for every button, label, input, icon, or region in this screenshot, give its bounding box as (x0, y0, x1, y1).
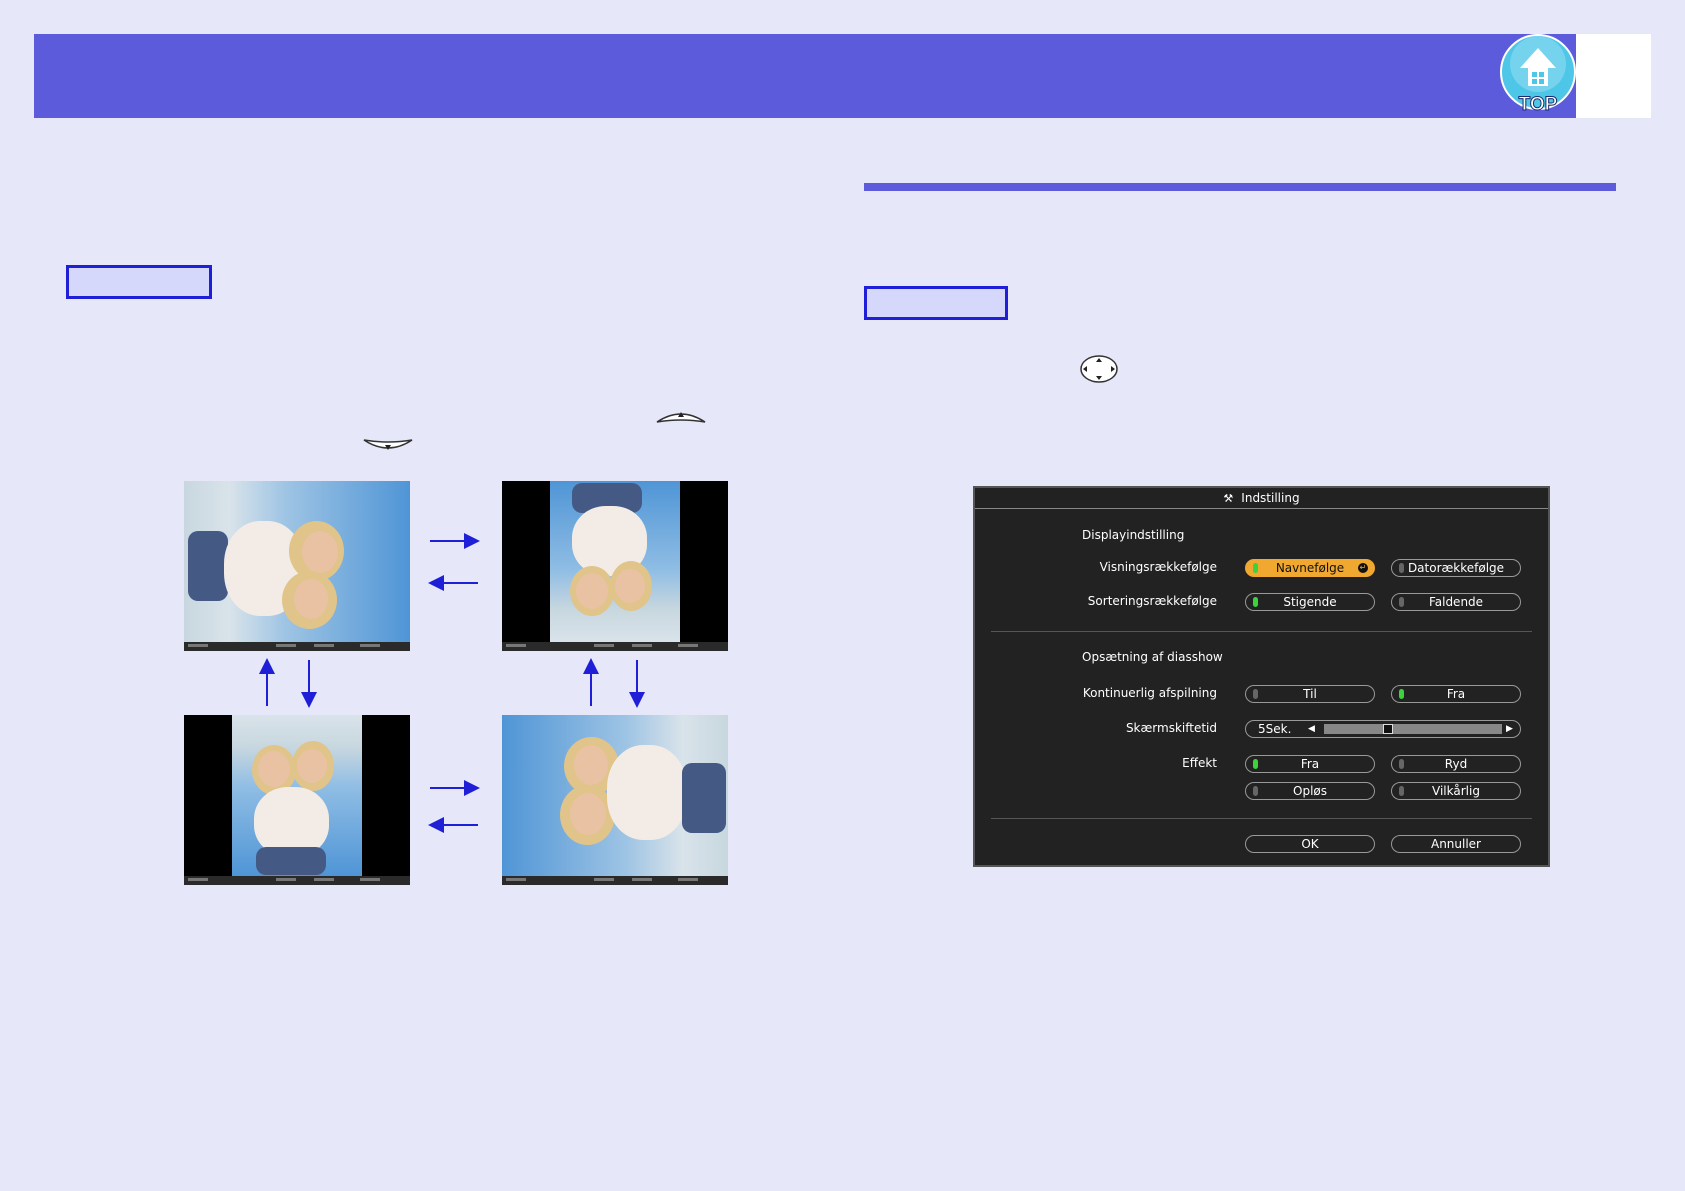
option-continuous-off[interactable]: Fra (1391, 685, 1521, 703)
settings-dialog: ⚒ Indstilling Displayindstilling Visnings… (973, 486, 1550, 867)
section-slideshow-heading: Opsætning af diasshow (1082, 650, 1223, 664)
slider-right-arrow-icon[interactable]: ▶ (1506, 721, 1513, 737)
option-name-order[interactable]: Navnefølge ↵ (1245, 559, 1375, 577)
section-display-heading: Displayindstilling (1082, 528, 1185, 542)
top-button[interactable]: TOP (1498, 34, 1578, 118)
option-effect-random[interactable]: Vilkårlig (1391, 782, 1521, 800)
header-page-corner (1576, 34, 1651, 118)
continuous-play-label: Kontinuerlig afspilning (1082, 686, 1217, 700)
option-ascending[interactable]: Stigende (1245, 593, 1375, 611)
rotation-arrows (259, 533, 645, 833)
option-effect-off[interactable]: Fra (1245, 755, 1375, 773)
dialog-separator-2 (991, 818, 1532, 819)
section-rule (864, 183, 1616, 191)
option-effect-wipe[interactable]: Ryd (1391, 755, 1521, 773)
dialog-title-bar: ⚒ Indstilling (975, 488, 1548, 509)
effect-label: Effekt (1182, 756, 1217, 770)
enter-icon: ↵ (1358, 563, 1368, 573)
option-effect-dissolve[interactable]: Opløs (1245, 782, 1375, 800)
wrench-icon: ⚒ (1223, 492, 1234, 505)
remote-direction-pad-icon (1080, 355, 1118, 383)
screen-time-slider[interactable]: 5Sek. ◀ ▶ (1245, 720, 1521, 738)
option-continuous-on[interactable]: Til (1245, 685, 1375, 703)
screen-time-value: 5Sek. (1258, 722, 1292, 736)
display-order-label: Visningsrækkefølge (1099, 560, 1217, 574)
slider-thumb[interactable] (1382, 724, 1393, 734)
option-descending[interactable]: Faldende (1391, 593, 1521, 611)
cancel-button[interactable]: Annuller (1391, 835, 1521, 853)
ok-button[interactable]: OK (1245, 835, 1375, 853)
slider-left-arrow-icon[interactable]: ◀ (1308, 721, 1315, 737)
dialog-title: Indstilling (1241, 491, 1300, 505)
screen-time-label: Skærmskiftetid (1125, 721, 1217, 735)
top-label: TOP (1518, 94, 1558, 116)
dialog-separator-1 (991, 631, 1532, 632)
option-date-order[interactable]: Datorækkefølge (1391, 559, 1521, 577)
sort-order-label: Sorteringsrækkefølge (1087, 594, 1217, 608)
procedure-box-right (864, 286, 1008, 320)
slider-track[interactable] (1324, 724, 1502, 734)
